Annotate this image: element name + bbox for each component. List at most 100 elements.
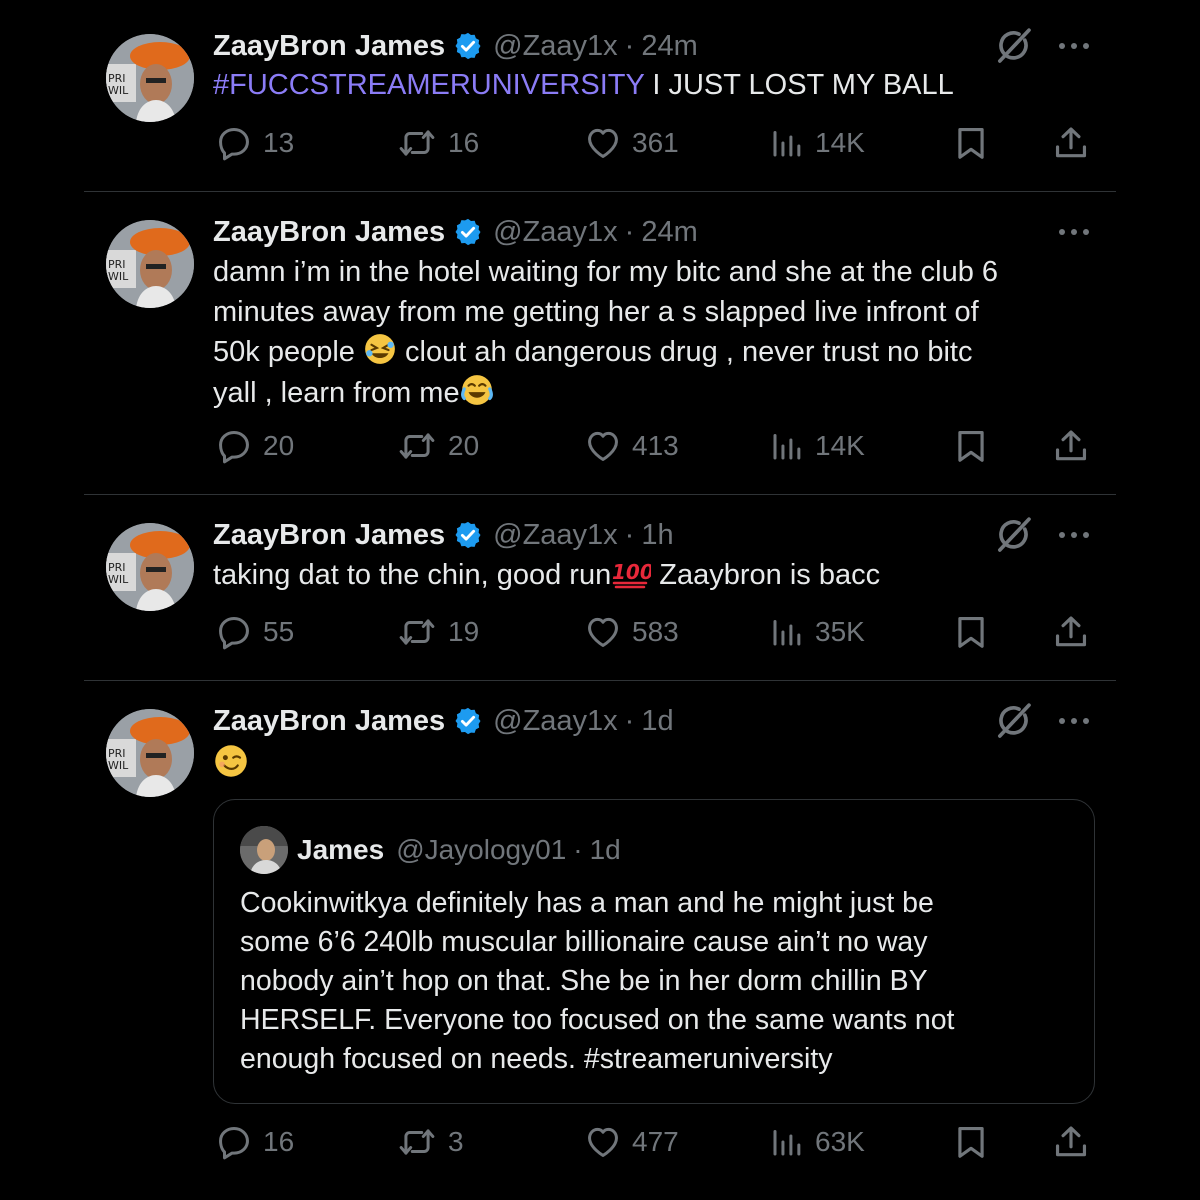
share-button[interactable] [1052, 607, 1100, 657]
like-button[interactable]: 583 [584, 607, 679, 657]
views-button[interactable]: 14K [769, 118, 865, 168]
tweet-text-line: 50k people clout ah dangerous drug , nev… [213, 332, 1093, 373]
tweet-text-line: yall , learn from me [213, 373, 1093, 414]
author-name[interactable]: ZaayBron James [213, 519, 445, 552]
timestamp[interactable]: 24m [641, 30, 697, 63]
avatar[interactable] [106, 523, 194, 611]
like-icon [584, 613, 622, 651]
quoted-text-line: nobody ain’t hop on that. She be in her … [240, 965, 928, 997]
quoted-author-handle[interactable]: @Jayology01 [396, 834, 566, 866]
like-button[interactable]: 361 [584, 118, 679, 168]
tweet-text: damn i’m in the hotel waiting for my bit… [213, 253, 1093, 413]
views-icon [769, 428, 805, 464]
separator: · [624, 29, 635, 62]
repost-button[interactable]: 16 [396, 118, 479, 168]
separator: · [624, 518, 635, 551]
tweet-2[interactable]: ZaayBron James @Zaay1x · 24m damn i’m in… [0, 192, 1200, 494]
timestamp[interactable]: 1h [641, 519, 673, 552]
author-name[interactable]: ZaayBron James [213, 705, 445, 738]
tweet-3[interactable]: ZaayBron James @Zaay1x · 1h taking dat t… [0, 495, 1200, 680]
separator: · [624, 215, 635, 248]
author-name[interactable]: ZaayBron James [213, 216, 445, 249]
repost-icon [396, 124, 438, 162]
reply-button[interactable]: 13 [215, 118, 294, 168]
reply-button[interactable]: 16 [215, 1117, 294, 1167]
reply-icon [215, 427, 253, 465]
more-icon[interactable] [1056, 525, 1092, 545]
views-icon [769, 1124, 805, 1160]
tweet-text-fragment: clout ah dangerous drug , never trust no… [396, 336, 973, 368]
share-button[interactable] [1052, 1117, 1100, 1167]
like-count: 583 [632, 616, 679, 647]
author-handle[interactable]: @Zaay1x [493, 519, 618, 552]
tweet-text-line: minutes away from me getting her a s sla… [213, 295, 979, 328]
tweet-text [213, 743, 1093, 786]
hundred-emoji-icon [611, 557, 651, 589]
bookmark-button[interactable] [952, 421, 1000, 471]
separator: · [573, 834, 583, 865]
timestamp[interactable]: 1d [641, 705, 673, 738]
avatar[interactable] [106, 34, 194, 122]
quoted-author-name[interactable]: James [297, 834, 384, 866]
bookmark-button[interactable] [952, 1117, 1000, 1167]
views-button[interactable]: 35K [769, 607, 865, 657]
more-icon[interactable] [1056, 36, 1092, 56]
share-icon [1052, 427, 1090, 465]
hashtag-link[interactable]: #FUCCSTREAMERUNIVERSITY [213, 69, 644, 101]
share-button[interactable] [1052, 118, 1100, 168]
like-button[interactable]: 413 [584, 421, 679, 471]
tweet-text-fragment: 50k people [213, 336, 363, 368]
grok-icon[interactable] [994, 515, 1034, 555]
bookmark-icon [952, 124, 990, 162]
tweet-text-fragment: taking dat to the chin, good run [213, 559, 612, 591]
share-button[interactable] [1052, 421, 1100, 471]
repost-icon [396, 427, 438, 465]
avatar[interactable] [106, 220, 194, 308]
more-icon[interactable] [1056, 222, 1092, 242]
reply-icon [215, 124, 253, 162]
reply-button[interactable]: 20 [215, 421, 294, 471]
verified-badge-icon [453, 520, 483, 550]
bookmark-button[interactable] [952, 118, 1000, 168]
wink-emoji-icon [213, 743, 249, 779]
avatar[interactable] [240, 826, 288, 874]
quoted-tweet[interactable]: James @Jayology01 · 1d Cookinwitkya defi… [213, 799, 1095, 1104]
author-handle[interactable]: @Zaay1x [493, 216, 618, 249]
quoted-text-line: some 6’6 240lb muscular billionaire caus… [240, 926, 928, 958]
author-handle[interactable]: @Zaay1x [493, 30, 618, 63]
bookmark-icon [952, 1123, 990, 1161]
bookmark-icon [952, 613, 990, 651]
views-button[interactable]: 14K [769, 421, 865, 471]
repost-count: 16 [448, 127, 480, 158]
reply-icon [215, 1123, 253, 1161]
like-icon [584, 427, 622, 465]
views-icon [769, 614, 805, 650]
like-button[interactable]: 477 [584, 1117, 679, 1167]
tweet-1[interactable]: ZaayBron James @Zaay1x · 24m #FUCCSTREAM… [0, 0, 1200, 191]
view-count: 63K [815, 1126, 865, 1157]
reply-button[interactable]: 55 [215, 607, 294, 657]
repost-button[interactable]: 20 [396, 421, 479, 471]
views-button[interactable]: 63K [769, 1117, 865, 1167]
rofl-emoji-icon [363, 332, 397, 366]
repost-count: 19 [448, 616, 480, 647]
timestamp[interactable]: 24m [641, 216, 697, 249]
separator: · [624, 704, 635, 737]
repost-button[interactable]: 3 [396, 1117, 464, 1167]
repost-icon [396, 1123, 438, 1161]
repost-button[interactable]: 19 [396, 607, 479, 657]
avatar[interactable] [106, 709, 194, 797]
repost-icon [396, 613, 438, 651]
quoted-tweet-text: Cookinwitkya definitely has a man and he… [240, 884, 1070, 1079]
author-handle[interactable]: @Zaay1x [493, 705, 618, 738]
reply-count: 55 [263, 616, 295, 647]
bookmark-button[interactable] [952, 607, 1000, 657]
quoted-text-line: HERSELF. Everyone too focused on the sam… [240, 1004, 955, 1036]
more-icon[interactable] [1056, 711, 1092, 731]
grok-icon[interactable] [994, 701, 1034, 741]
quoted-timestamp[interactable]: 1d [590, 834, 621, 866]
grok-icon[interactable] [994, 26, 1034, 66]
share-icon [1052, 124, 1090, 162]
author-name[interactable]: ZaayBron James [213, 30, 445, 63]
like-icon [584, 124, 622, 162]
